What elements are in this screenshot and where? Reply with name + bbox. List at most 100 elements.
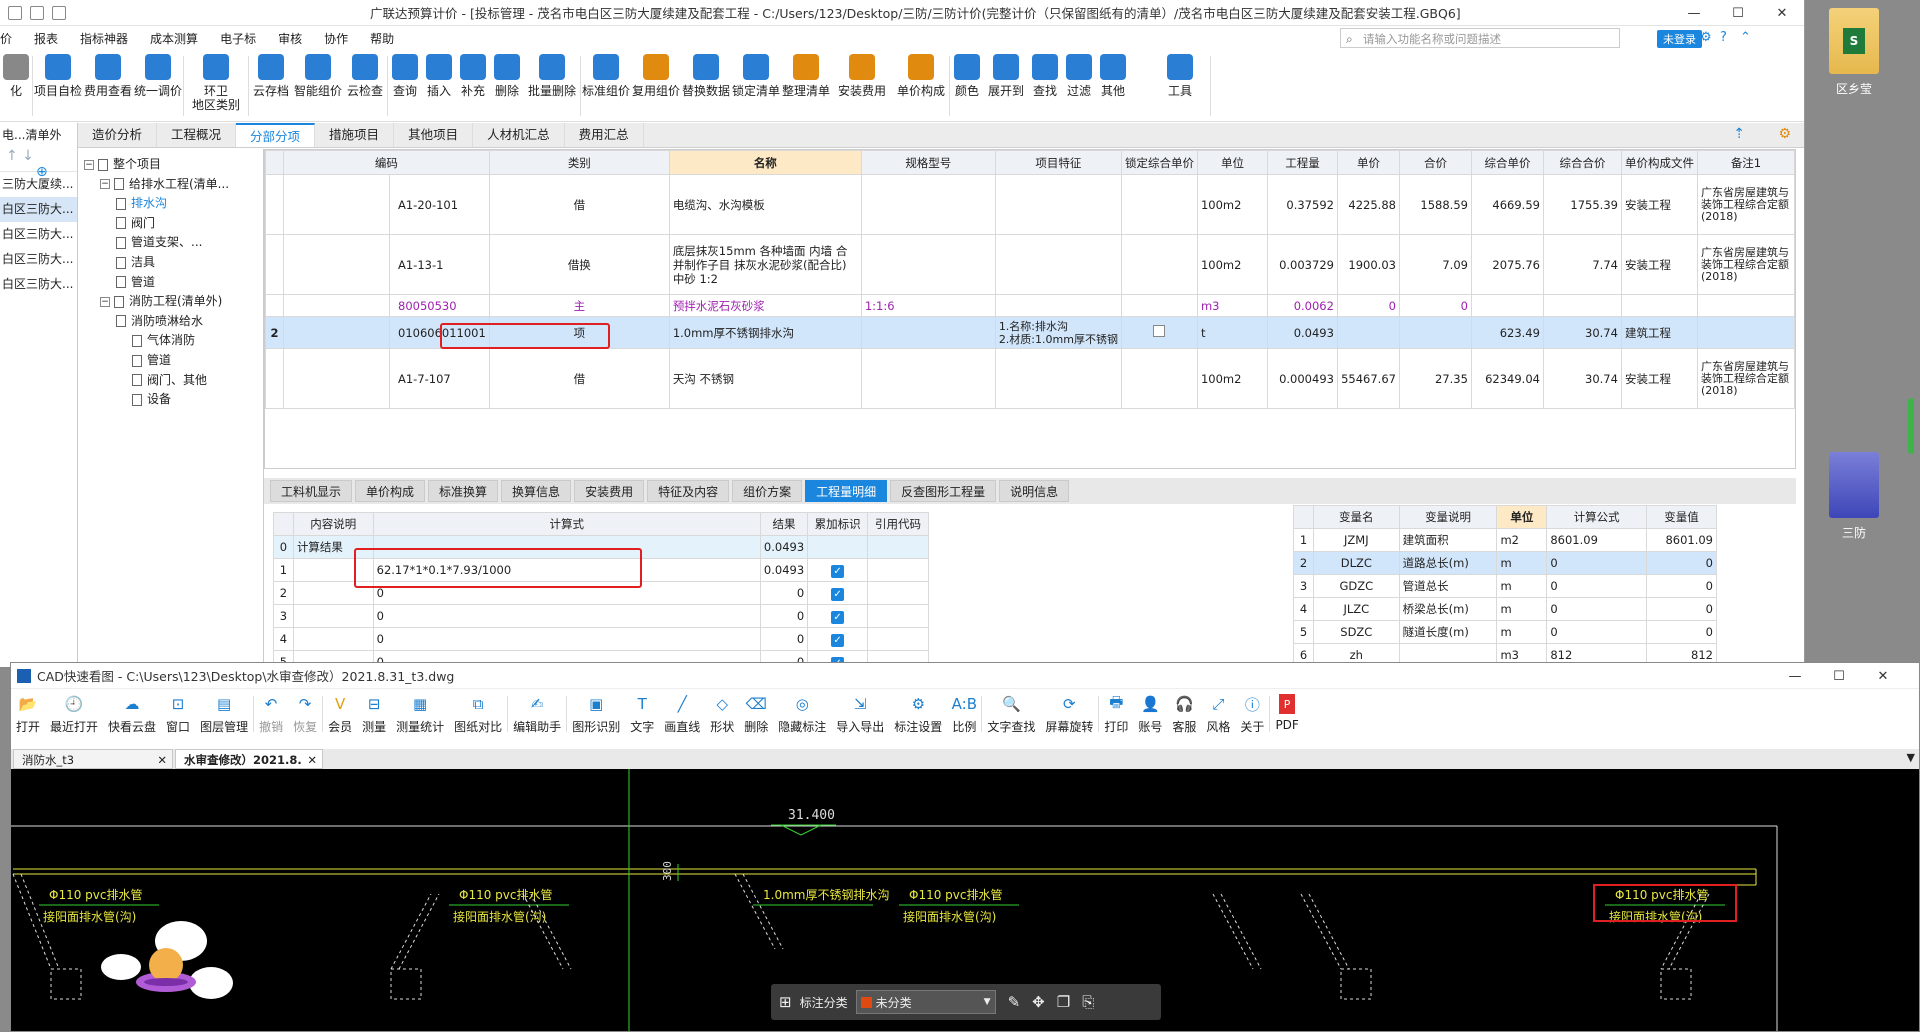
lock-checkbox[interactable]: [1153, 325, 1166, 337]
paste-icon[interactable]: ⎘: [1082, 993, 1094, 1011]
expand-icon[interactable]: ⌃: [1740, 30, 1751, 45]
cad-tool-button[interactable]: ↶ 撤销: [259, 689, 283, 735]
cad-tool-button[interactable]: ⚙ 标注设置: [894, 689, 942, 735]
category-cell[interactable]: 借: [488, 174, 670, 235]
cad-tool-button[interactable]: P PDF: [1275, 689, 1299, 732]
table-row[interactable]: 3 GDZC 管道总长 m 0 0: [1293, 574, 1717, 598]
cad-tool-button[interactable]: ◇ 形状: [710, 689, 734, 735]
tree-item[interactable]: 洁具: [116, 253, 155, 270]
column-header[interactable]: 结果: [759, 512, 809, 536]
settings-icon[interactable]: ⚙: [1778, 126, 1791, 142]
cad-tool-button[interactable]: ▣ 图形识别: [572, 689, 620, 735]
ribbon-button[interactable]: 安装费用: [831, 50, 893, 122]
column-header[interactable]: 综合单价: [1470, 150, 1544, 175]
var-name-cell[interactable]: GDZC: [1312, 574, 1400, 598]
ribbon-button[interactable]: 过滤: [1062, 50, 1096, 122]
var-formula-cell[interactable]: 8601.09: [1546, 528, 1648, 552]
ribbon-button[interactable]: 颜色: [950, 50, 984, 122]
ribbon-button[interactable]: 整理清单: [781, 50, 831, 122]
name-cell[interactable]: 预拌水泥石灰砂浆: [668, 294, 862, 317]
tree-item[interactable]: 气体消防: [132, 331, 195, 348]
column-header[interactable]: 备注1: [1696, 150, 1795, 175]
tab-labor-material[interactable]: 人材机汇总: [473, 123, 565, 147]
cad-tool-button[interactable]: ⌫ 删除: [744, 689, 768, 735]
cad-tool-button[interactable]: ⧉ 图纸对比: [454, 689, 502, 735]
ref-code-cell[interactable]: [867, 558, 929, 582]
accumulate-cell[interactable]: [807, 535, 869, 559]
spec-cell[interactable]: [860, 316, 996, 349]
table-row[interactable]: A1-13-1 借换 底层抹灰15mm 各种墙面 内墙 合并制作子目 抹灰水泥砂浆(…: [265, 234, 1795, 295]
code-cell[interactable]: 80050530: [389, 294, 490, 317]
name-cell[interactable]: 电缆沟、水沟模板: [668, 174, 862, 235]
cprice-cell[interactable]: 62349.04: [1470, 348, 1544, 409]
total-cell[interactable]: [1398, 316, 1472, 349]
table-row[interactable]: 1 JZMJ 建筑面积 m2 8601.09 8601.09: [1293, 528, 1717, 552]
var-formula-cell[interactable]: 0: [1546, 574, 1648, 598]
qty-cell[interactable]: 0.003729: [1266, 234, 1338, 295]
ribbon-button[interactable]: 插入: [422, 50, 456, 122]
ctotal-cell[interactable]: 30.74: [1542, 316, 1622, 349]
ribbon-button[interactable]: 复用组价: [631, 50, 681, 122]
note-cell[interactable]: 广东省房屋建筑与装饰工程综合定额(2018): [1696, 234, 1795, 295]
cad-tool-button[interactable]: V 会员: [328, 689, 352, 735]
tab-measures[interactable]: 措施项目: [315, 123, 395, 147]
file-cell[interactable]: [1620, 294, 1698, 317]
column-header[interactable]: 工程量: [1266, 150, 1338, 175]
menu-item[interactable]: 成本测算: [150, 30, 198, 47]
column-header[interactable]: 单位: [1496, 505, 1548, 529]
ref-code-cell[interactable]: [867, 581, 929, 605]
maximize-icon[interactable]: ☐: [1817, 663, 1861, 689]
feature-cell[interactable]: [994, 234, 1122, 295]
ref-code-cell[interactable]: [867, 535, 929, 559]
bottom-tab[interactable]: 标准换算: [428, 480, 499, 502]
tab-overview[interactable]: 工程概况: [157, 123, 237, 147]
move-icon[interactable]: ✥: [1032, 993, 1045, 1011]
unit-cell[interactable]: 100m2: [1196, 234, 1268, 295]
column-header[interactable]: 累加标识: [807, 512, 869, 536]
qty-cell[interactable]: 0.0062: [1266, 294, 1338, 317]
spec-cell[interactable]: [860, 174, 996, 235]
var-desc-cell[interactable]: 隧道长度(m): [1398, 620, 1498, 644]
edit-icon[interactable]: ✎: [1008, 993, 1021, 1011]
cprice-cell[interactable]: 4669.59: [1470, 174, 1544, 235]
unit-cell[interactable]: 100m2: [1196, 174, 1268, 235]
var-desc-cell[interactable]: 桥梁总长(m): [1398, 597, 1498, 621]
login-badge[interactable]: 未登录: [1657, 30, 1702, 48]
price-cell[interactable]: [1336, 316, 1400, 349]
accumulate-cell[interactable]: ✓: [807, 627, 869, 651]
desc-cell[interactable]: [292, 604, 374, 628]
formula-cell[interactable]: 0: [372, 604, 761, 628]
var-unit-cell[interactable]: m2: [1496, 528, 1548, 552]
var-name-cell[interactable]: SDZC: [1312, 620, 1400, 644]
project-item[interactable]: 三防大厦续...: [0, 172, 77, 197]
var-desc-cell[interactable]: 道路总长(m): [1398, 551, 1498, 575]
ribbon-button[interactable]: 智能组价: [293, 50, 343, 122]
tree-item[interactable]: 管道: [132, 351, 171, 368]
table-row[interactable]: A1-7-107 借天沟 不锈钢 100m2 0.000493 55467.67 27.3…: [265, 348, 1795, 409]
qty-cell[interactable]: 0.0493: [1266, 316, 1338, 349]
checkbox-checked-icon[interactable]: ✓: [831, 564, 845, 578]
category-select[interactable]: 未分类 ▼: [855, 990, 996, 1014]
lock-price-cell[interactable]: [1120, 348, 1198, 409]
cad-tool-button[interactable]: ╱ 画直线: [664, 689, 700, 735]
table-row[interactable]: A1-20-101 借电缆沟、水沟模板 100m2 0.37592 4225.88 158…: [265, 174, 1795, 235]
code-cell[interactable]: A1-20-101: [389, 174, 490, 235]
menu-item[interactable]: 帮助: [370, 30, 394, 47]
collapse-icon[interactable]: −: [84, 159, 94, 170]
bottom-tab[interactable]: 单价构成: [355, 480, 426, 502]
column-header[interactable]: 单位: [1196, 150, 1268, 175]
ribbon-button[interactable]: 环卫 地区类别: [184, 50, 248, 122]
feature-cell[interactable]: [994, 174, 1122, 235]
price-cell[interactable]: 4225.88: [1336, 174, 1400, 235]
tab-fee-summary[interactable]: 费用汇总: [565, 123, 644, 147]
ribbon-button[interactable]: 云存档: [249, 50, 293, 122]
ref-code-cell[interactable]: [867, 604, 929, 628]
column-header[interactable]: 引用代码: [867, 512, 929, 536]
cad-tool-button[interactable]: ◎ 隐藏标注: [778, 689, 826, 735]
column-header[interactable]: 编码: [283, 150, 490, 175]
price-cell[interactable]: 1900.03: [1336, 234, 1400, 295]
project-item[interactable]: 白区三防大...: [0, 197, 77, 222]
category-cell[interactable]: 借: [488, 348, 670, 409]
project-item[interactable]: 白区三防大...: [0, 222, 77, 247]
ribbon-button[interactable]: 工具: [1150, 50, 1210, 122]
